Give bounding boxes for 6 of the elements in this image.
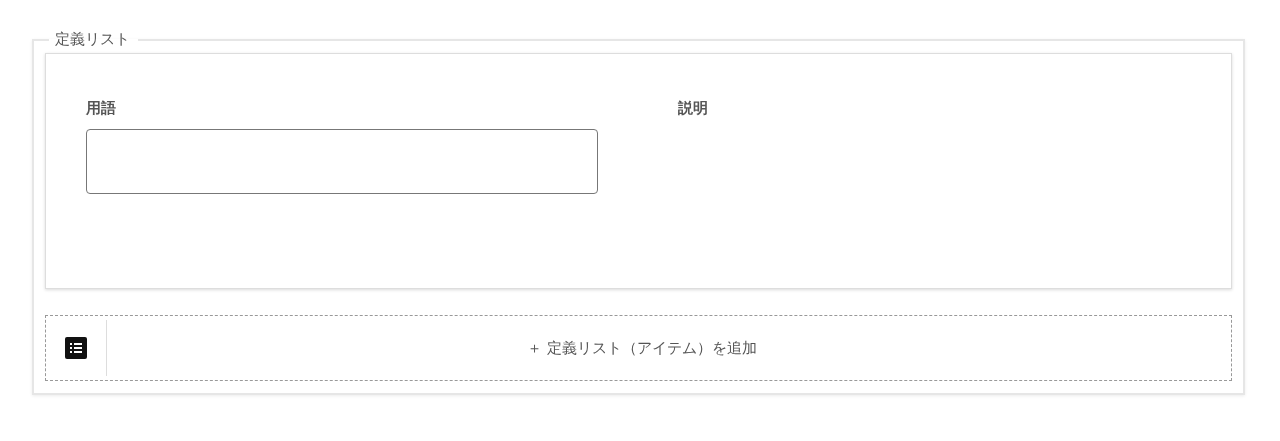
add-item-button[interactable]: ＋ 定義リスト（アイテム）を追加 xyxy=(107,316,1231,380)
group-legend: 定義リスト xyxy=(49,30,138,49)
description-label: 説明 xyxy=(678,98,709,118)
list-icon xyxy=(65,337,87,359)
term-label: 用語 xyxy=(86,98,117,118)
term-input-field[interactable] xyxy=(86,129,598,194)
